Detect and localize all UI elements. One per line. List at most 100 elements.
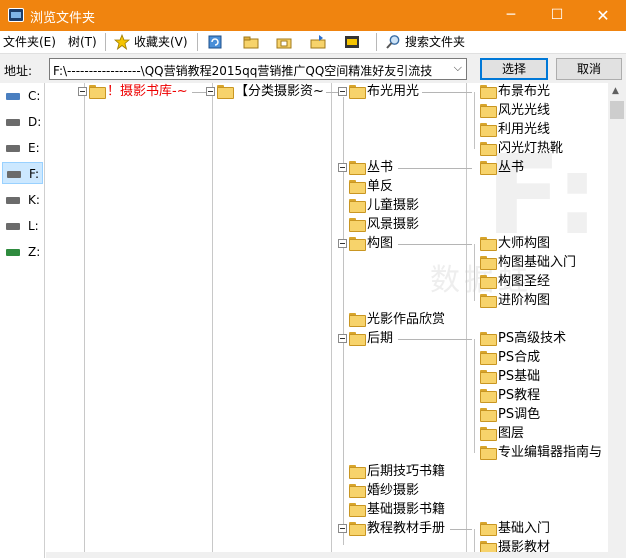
tree-node-l3[interactable]: PS调色 — [480, 406, 540, 424]
folder-icon — [349, 465, 366, 479]
tree-node-l3[interactable]: 专业编辑器指南与 — [480, 444, 602, 462]
folder-icon — [349, 484, 366, 498]
maximize-button[interactable]: ☐ — [534, 0, 580, 31]
folder-icon — [349, 313, 366, 327]
folder-icon — [480, 408, 497, 422]
drive-label: C: — [28, 89, 41, 103]
tree-node-composition[interactable]: 构图 — [338, 235, 393, 253]
drive-item-e[interactable]: E: — [2, 137, 43, 159]
toolbar-separator — [105, 33, 106, 51]
folder-tree: F: 数据蛙 ！摄影书库-~ 【分类摄影资~ 布光用光 丛书 单反 儿童摄影 风… — [46, 83, 608, 558]
tree-node-l3[interactable]: 布景布光 — [480, 83, 550, 101]
scroll-up-icon[interactable]: ▲ — [612, 86, 619, 96]
close-button[interactable]: ✕ — [580, 0, 626, 31]
drive-icon — [6, 197, 20, 204]
collapse-icon[interactable] — [206, 86, 215, 96]
collapse-icon[interactable] — [338, 238, 347, 248]
folder-icon — [349, 85, 366, 99]
address-combobox[interactable]: F:\-----------------\QQ营销教程2015qq营销推广QQ空… — [49, 58, 467, 80]
collapse-icon[interactable] — [78, 86, 87, 96]
tree-node-basic-books[interactable]: 基础摄影书籍 — [349, 501, 445, 519]
folder-icon — [349, 161, 366, 175]
toolbar-separator — [197, 33, 198, 51]
tree-node-l3[interactable]: 基础入门 — [480, 520, 550, 538]
tree-node-tutorial[interactable]: 教程教材手册 — [338, 520, 445, 538]
folder-icon — [349, 180, 366, 194]
drive-label: L: — [28, 219, 39, 233]
scroll-thumb[interactable] — [610, 101, 624, 119]
tree-node-dslr[interactable]: 单反 — [349, 178, 393, 196]
refresh-icon[interactable] — [207, 34, 223, 50]
app-icon — [8, 8, 24, 22]
tree-node-l3[interactable]: 大师构图 — [480, 235, 550, 253]
drive-item-l[interactable]: L: — [2, 215, 43, 237]
tree-node-l3[interactable]: PS教程 — [480, 387, 540, 405]
toolbar: 文件夹(E) 树(T) 收藏夹(V) 搜索文件夹 — [0, 31, 626, 53]
tree-node-wedding[interactable]: 婚纱摄影 — [349, 482, 419, 500]
collapse-icon[interactable] — [338, 86, 347, 96]
tree-node-series[interactable]: 丛书 — [338, 159, 393, 177]
tree-node-l3[interactable]: 利用光线 — [480, 121, 550, 139]
folder-icon — [480, 389, 497, 403]
tree-node-landscape[interactable]: 风景摄影 — [349, 216, 419, 234]
drive-item-k[interactable]: K: — [2, 189, 43, 211]
address-value: F:\-----------------\QQ营销教程2015qq营销推广QQ空… — [53, 64, 433, 78]
tree-node-lighting[interactable]: 布光用光 — [338, 83, 419, 101]
tree-node-l3[interactable]: 闪光灯热靴 — [480, 140, 563, 158]
tree-node-category[interactable]: 【分类摄影资~ — [206, 83, 324, 101]
search-icon[interactable] — [385, 34, 401, 50]
drive-item-c[interactable]: C: — [2, 85, 43, 107]
vertical-scrollbar[interactable]: ▲ — [608, 83, 626, 558]
horizontal-scrollbar[interactable] — [46, 552, 608, 558]
menu-tree[interactable]: 树(T) — [68, 34, 97, 50]
folder-icon — [349, 332, 366, 346]
drive-label: Z: — [28, 245, 41, 259]
tree-node-l3[interactable]: 丛书 — [480, 159, 524, 177]
tree-node-l3[interactable]: PS基础 — [480, 368, 540, 386]
drive-label: D: — [28, 115, 42, 129]
folder-icon — [480, 370, 497, 384]
folder-icon — [480, 104, 497, 118]
tree-node-l3[interactable]: 风光光线 — [480, 102, 550, 120]
tree-node-l3[interactable]: 图层 — [480, 425, 524, 443]
collapse-icon[interactable] — [338, 162, 347, 172]
new-folder-icon[interactable] — [276, 34, 292, 50]
folder-icon — [349, 522, 366, 536]
select-button[interactable]: 选择 — [480, 58, 548, 80]
favorites-button[interactable]: 收藏夹(V) — [134, 34, 188, 50]
tree-node-l3[interactable]: 构图圣经 — [480, 273, 550, 291]
collapse-icon[interactable] — [338, 523, 347, 533]
search-folder-button[interactable]: 搜索文件夹 — [405, 34, 465, 50]
folder-arrow-icon[interactable] — [310, 34, 326, 50]
star-icon[interactable] — [114, 34, 130, 50]
tree-node-root[interactable]: ！摄影书库-~ — [78, 83, 188, 101]
drive-item-z[interactable]: Z: — [2, 241, 43, 263]
folder-icon — [480, 256, 497, 270]
network-drive-icon — [6, 249, 20, 256]
tree-node-kids[interactable]: 儿童摄影 — [349, 197, 419, 215]
drive-icon — [6, 145, 20, 152]
folder-icon — [480, 275, 497, 289]
drive-label: E: — [28, 141, 40, 155]
folder-icon — [480, 351, 497, 365]
cancel-button[interactable]: 取消 — [556, 58, 622, 80]
folder-icon — [480, 85, 497, 99]
view-icon[interactable] — [344, 34, 360, 50]
collapse-icon[interactable] — [338, 333, 347, 343]
folder-icon — [480, 522, 497, 536]
folder-up-icon[interactable] — [243, 34, 259, 50]
tree-node-post-books[interactable]: 后期技巧书籍 — [349, 463, 445, 481]
tree-node-gallery[interactable]: 光影作品欣赏 — [349, 311, 445, 329]
drive-item-d[interactable]: D: — [2, 111, 43, 133]
chevron-down-icon[interactable]: ⌵ — [454, 61, 462, 75]
tree-node-l3[interactable]: PS合成 — [480, 349, 540, 367]
tree-node-post[interactable]: 后期 — [338, 330, 393, 348]
folder-icon — [349, 218, 366, 232]
minimize-button[interactable]: ─ — [488, 0, 534, 31]
tree-node-l3[interactable]: PS高级技术 — [480, 330, 566, 348]
drive-item-f[interactable]: F: — [2, 162, 43, 184]
menu-folder[interactable]: 文件夹(E) — [3, 34, 56, 50]
tree-node-l3[interactable]: 构图基础入门 — [480, 254, 576, 272]
tree-node-l3[interactable]: 进阶构图 — [480, 292, 550, 310]
drive-label: K: — [28, 193, 40, 207]
